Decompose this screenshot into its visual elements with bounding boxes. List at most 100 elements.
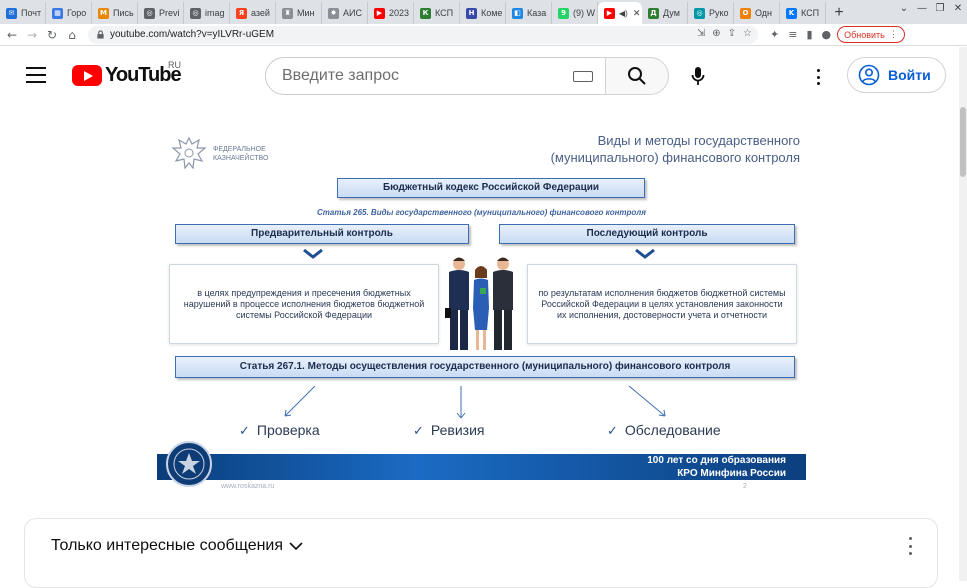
vk-icon: K bbox=[786, 7, 797, 19]
subsequent-control-label: Последующий контроль bbox=[586, 228, 708, 239]
extensions-icon[interactable]: ✦ bbox=[770, 28, 779, 41]
gmail-icon: M bbox=[98, 7, 109, 19]
anniversary-caption: 100 лет со дня образования КРО Минфина Р… bbox=[647, 454, 786, 480]
install-app-icon[interactable]: ⇲ bbox=[697, 28, 705, 39]
browser-tab[interactable]: ◎ Руко bbox=[688, 2, 734, 24]
preliminary-control-label: Предварительный контроль bbox=[251, 228, 393, 239]
footer-url: www.roskazna.ru bbox=[221, 483, 275, 490]
browser-tab[interactable]: 9 (9) W bbox=[552, 2, 598, 24]
search-button[interactable] bbox=[605, 57, 669, 95]
tab-title: Пись bbox=[113, 8, 134, 18]
browser-tab[interactable]: ▶ 2023 bbox=[368, 2, 414, 24]
address-bar[interactable]: youtube.com/watch?v=yILVRr-uGEM ⇲ ⊕ ⇪ ☆ bbox=[88, 25, 758, 44]
tab-title: Каза bbox=[527, 8, 547, 18]
close-window-icon[interactable]: ✕ bbox=[949, 0, 967, 16]
browser-tab[interactable]: ◧ Каза bbox=[506, 2, 552, 24]
page-scrollbar[interactable] bbox=[959, 47, 967, 581]
tab-title: Горо bbox=[67, 8, 87, 18]
tab-title: Почт bbox=[21, 8, 42, 18]
tab-title: АИС bbox=[343, 8, 362, 18]
tab-title: (9) W bbox=[573, 8, 595, 18]
browser-tab[interactable]: Н Коме bbox=[460, 2, 506, 24]
business-people-illustration bbox=[445, 257, 513, 350]
voice-search-button[interactable] bbox=[687, 65, 709, 87]
browser-tab[interactable]: Д Дум bbox=[642, 2, 688, 24]
tab-strip: ✉ Почт ▦ Горо M Пись ◎ Previ ◎ imag Яазей ♜ Мин ✸ АИС ▶… bbox=[0, 0, 967, 24]
new-tab-button[interactable]: + bbox=[826, 2, 852, 24]
browser-tab[interactable]: ✉ Почт bbox=[0, 2, 46, 24]
window-controls: ⌄ — ❐ ✕ bbox=[895, 0, 967, 16]
menu-icon[interactable] bbox=[26, 67, 46, 83]
eagle-emblem-icon bbox=[171, 136, 207, 170]
method-label: Обследование bbox=[624, 422, 721, 438]
update-browser-button[interactable]: Обновить ⋮ bbox=[837, 26, 905, 43]
calendar-icon: ▦ bbox=[52, 7, 63, 19]
reload-icon[interactable]: ↻ bbox=[44, 27, 60, 43]
profile-icon[interactable]: ● bbox=[822, 28, 832, 41]
home-icon[interactable]: ⌂ bbox=[64, 27, 80, 43]
media-controls-icon[interactable]: ≡ bbox=[788, 28, 797, 41]
whatsapp-icon: 9 bbox=[558, 7, 569, 19]
scrollbar-thumb[interactable] bbox=[960, 107, 966, 177]
browser-tab[interactable]: ✸ АИС bbox=[322, 2, 368, 24]
search-input[interactable]: Введите запрос bbox=[265, 57, 605, 95]
browser-tab[interactable]: ▶ ◀) ✕ bbox=[598, 2, 642, 24]
preliminary-description-text: в целях предупреждения и пресечения бюдж… bbox=[183, 287, 425, 320]
youtube-header: YouTube RU Введите запрос Войти bbox=[0, 47, 967, 105]
tab-title: Дум bbox=[663, 8, 680, 18]
check-icon: ✓ bbox=[239, 423, 250, 438]
browser-tab[interactable]: О Одн bbox=[734, 2, 780, 24]
search-icon bbox=[628, 67, 646, 85]
slide-page-number: 2 bbox=[743, 483, 747, 490]
browser-tab[interactable]: ◎ Previ bbox=[138, 2, 184, 24]
slide-title-line1: Виды и методы государственного bbox=[597, 133, 800, 148]
side-panel-icon[interactable]: ▮ bbox=[806, 28, 812, 41]
youtube-play-icon bbox=[72, 65, 102, 86]
site-icon: Д bbox=[648, 7, 659, 19]
tab-search-chevron-icon[interactable]: ⌄ bbox=[895, 0, 913, 16]
site-icon: К bbox=[420, 7, 431, 19]
agency-name-line1: ФЕДЕРАЛЬНОЕ bbox=[213, 146, 266, 153]
browser-tab[interactable]: M Пись bbox=[92, 2, 138, 24]
browser-tab[interactable]: Яазей bbox=[230, 2, 276, 24]
tab-title: 2023 bbox=[389, 8, 410, 18]
browser-tab[interactable]: K КСП bbox=[780, 2, 826, 24]
sign-in-button[interactable]: Войти bbox=[847, 57, 946, 93]
back-icon[interactable]: ← bbox=[4, 27, 20, 43]
zoom-icon[interactable]: ⊕ bbox=[712, 28, 720, 39]
video-player[interactable]: ФЕДЕРАЛЬНОЕ КАЗНАЧЕЙСТВО Виды и методы г… bbox=[157, 128, 806, 494]
account-icon bbox=[858, 64, 880, 86]
chevron-down-icon bbox=[303, 249, 323, 259]
preliminary-control-box: Предварительный контроль bbox=[175, 224, 469, 244]
mail-icon: ✉ bbox=[6, 7, 17, 19]
settings-menu-icon[interactable] bbox=[808, 67, 828, 87]
article-265-caption: Статья 265. Виды государственного (муниц… bbox=[317, 208, 646, 217]
lock-icon bbox=[97, 30, 104, 39]
keyboard-icon[interactable] bbox=[573, 71, 593, 82]
chat-more-options-icon[interactable] bbox=[907, 537, 913, 555]
tab-title: КСП bbox=[801, 8, 820, 18]
close-tab-icon[interactable]: ✕ bbox=[633, 8, 641, 19]
share-icon[interactable]: ⇪ bbox=[728, 28, 736, 39]
subsequent-description: по результатам исполнения бюджетов бюдже… bbox=[527, 264, 797, 344]
forward-icon[interactable]: → bbox=[24, 27, 40, 43]
method-arrows bbox=[284, 385, 666, 419]
restore-icon[interactable]: ❐ bbox=[931, 0, 949, 16]
globe-icon: ◎ bbox=[190, 7, 201, 19]
chevron-down-icon bbox=[635, 249, 655, 259]
bookmark-star-icon[interactable]: ☆ bbox=[743, 28, 752, 39]
browser-tab[interactable]: ♜ Мин bbox=[276, 2, 322, 24]
browser-tab[interactable]: ◎ imag bbox=[184, 2, 230, 24]
check-icon: ✓ bbox=[607, 423, 618, 438]
browser-tab[interactable]: К КСП bbox=[414, 2, 460, 24]
speaker-icon[interactable]: ◀) bbox=[619, 9, 628, 18]
chat-filter-dropdown[interactable]: Только интересные сообщения bbox=[51, 537, 303, 555]
update-label: Обновить bbox=[844, 29, 885, 40]
url-text: youtube.com/watch?v=yILVRr-uGEM bbox=[110, 29, 275, 40]
minimize-icon[interactable]: — bbox=[913, 0, 931, 16]
browser-tab[interactable]: ▦ Горо bbox=[46, 2, 92, 24]
tab-title: Коме bbox=[481, 8, 503, 18]
microphone-icon bbox=[691, 67, 705, 85]
tab-title: азей bbox=[251, 8, 270, 18]
youtube-logo[interactable]: YouTube bbox=[72, 64, 182, 87]
